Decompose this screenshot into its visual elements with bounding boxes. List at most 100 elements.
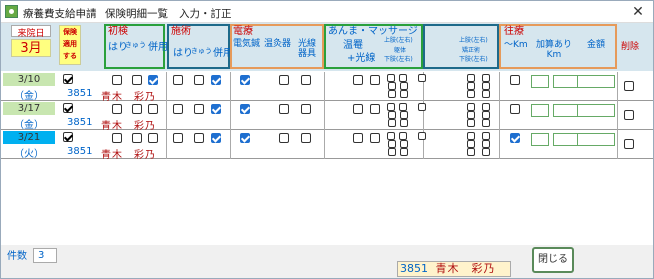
treatment-checkbox[interactable] <box>148 104 158 114</box>
treatment-checkbox[interactable] <box>148 75 158 85</box>
table-row[interactable]: 3/10 （金） 3851 青木 彩乃 <box>1 72 653 103</box>
treatment-checkbox[interactable] <box>388 140 396 148</box>
treatment-checkbox[interactable] <box>173 75 183 85</box>
oryo-amount-input[interactable] <box>577 75 615 88</box>
treatment-checkbox[interactable] <box>399 74 407 82</box>
treatment-checkbox[interactable] <box>482 74 490 82</box>
treatment-checkbox[interactable] <box>467 148 475 156</box>
window-title-main: 療養費支給申請 <box>23 8 97 20</box>
insurance-apply-checkbox[interactable] <box>63 132 73 142</box>
table-row[interactable]: 3/21 （火） 3851 青木 彩乃 <box>1 130 653 161</box>
insurance-apply-checkbox[interactable] <box>63 103 73 113</box>
oryo-amount-input[interactable] <box>577 104 615 117</box>
column-divider <box>617 130 618 159</box>
oryo-km-input[interactable] <box>531 75 549 88</box>
treatment-checkbox[interactable] <box>240 133 250 143</box>
treatment-checkbox[interactable] <box>388 111 396 119</box>
oryo-amount-input[interactable] <box>577 133 615 146</box>
treatment-checkbox[interactable] <box>112 104 122 114</box>
treatment-checkbox[interactable] <box>482 148 490 156</box>
treatment-checkbox[interactable] <box>112 133 122 143</box>
treatment-checkbox[interactable] <box>388 90 396 98</box>
shoken-col-kyu: きゅう <box>125 41 146 49</box>
treatment-checkbox[interactable] <box>400 140 408 148</box>
treatment-checkbox[interactable] <box>370 133 380 143</box>
sejutsu-title: 施術 <box>171 26 191 37</box>
treatment-checkbox[interactable] <box>194 75 204 85</box>
treatment-checkbox[interactable] <box>418 74 426 82</box>
treatment-checkbox[interactable] <box>132 133 142 143</box>
treatment-checkbox[interactable] <box>388 82 396 90</box>
treatment-checkbox[interactable] <box>132 75 142 85</box>
treatment-checkbox[interactable] <box>399 132 407 140</box>
treatment-checkbox[interactable] <box>279 75 289 85</box>
treatment-checkbox[interactable] <box>173 133 183 143</box>
treatment-checkbox[interactable] <box>301 133 311 143</box>
treatment-checkbox[interactable] <box>387 74 395 82</box>
delete-checkbox[interactable] <box>624 110 634 120</box>
treatment-checkbox[interactable] <box>400 148 408 156</box>
delete-checkbox[interactable] <box>624 81 634 91</box>
treatment-checkbox[interactable] <box>482 82 490 90</box>
column-divider <box>166 72 167 101</box>
close-button[interactable]: 閉じる <box>532 247 574 273</box>
treatment-checkbox[interactable] <box>467 132 475 140</box>
oryo-km-input[interactable] <box>531 133 549 146</box>
oryo-km-input[interactable] <box>531 104 549 117</box>
treatment-checkbox[interactable] <box>173 104 183 114</box>
treatment-checkbox[interactable] <box>301 104 311 114</box>
treatment-checkbox[interactable] <box>279 104 289 114</box>
treatment-checkbox[interactable] <box>467 103 475 111</box>
treatment-checkbox[interactable] <box>467 82 475 90</box>
treatment-checkbox[interactable] <box>510 104 520 114</box>
treatment-checkbox[interactable] <box>482 132 490 140</box>
treatment-checkbox[interactable] <box>482 119 490 127</box>
treatment-checkbox[interactable] <box>482 90 490 98</box>
treatment-checkbox[interactable] <box>467 140 475 148</box>
treatment-checkbox[interactable] <box>211 75 221 85</box>
treatment-checkbox[interactable] <box>211 104 221 114</box>
treatment-checkbox[interactable] <box>482 140 490 148</box>
treatment-checkbox[interactable] <box>388 148 396 156</box>
treatment-checkbox[interactable] <box>467 90 475 98</box>
treatment-checkbox[interactable] <box>467 74 475 82</box>
treatment-checkbox[interactable] <box>400 82 408 90</box>
treatment-checkbox[interactable] <box>400 90 408 98</box>
treatment-checkbox[interactable] <box>370 104 380 114</box>
treatment-checkbox[interactable] <box>301 75 311 85</box>
table-row[interactable]: 3/17 （金） 3851 青木 彩乃 <box>1 101 653 132</box>
treatment-checkbox[interactable] <box>482 111 490 119</box>
treatment-checkbox[interactable] <box>132 104 142 114</box>
row-date[interactable]: 3/17 <box>3 102 55 115</box>
treatment-checkbox[interactable] <box>418 103 426 111</box>
treatment-checkbox[interactable] <box>194 133 204 143</box>
treatment-checkbox[interactable] <box>400 119 408 127</box>
delete-checkbox[interactable] <box>624 139 634 149</box>
row-date[interactable]: 3/10 <box>3 73 55 86</box>
treatment-checkbox[interactable] <box>240 104 250 114</box>
treatment-checkbox[interactable] <box>399 103 407 111</box>
treatment-checkbox[interactable] <box>510 133 520 143</box>
treatment-checkbox[interactable] <box>353 75 363 85</box>
treatment-checkbox[interactable] <box>353 104 363 114</box>
treatment-checkbox[interactable] <box>510 75 520 85</box>
treatment-checkbox[interactable] <box>387 103 395 111</box>
treatment-checkbox[interactable] <box>112 75 122 85</box>
treatment-checkbox[interactable] <box>370 75 380 85</box>
row-date[interactable]: 3/21 <box>3 131 55 144</box>
treatment-checkbox[interactable] <box>279 133 289 143</box>
treatment-checkbox[interactable] <box>418 132 426 140</box>
treatment-checkbox[interactable] <box>467 119 475 127</box>
treatment-checkbox[interactable] <box>194 104 204 114</box>
treatment-checkbox[interactable] <box>388 119 396 127</box>
insurance-apply-checkbox[interactable] <box>63 74 73 84</box>
treatment-checkbox[interactable] <box>211 133 221 143</box>
treatment-checkbox[interactable] <box>353 133 363 143</box>
treatment-checkbox[interactable] <box>387 132 395 140</box>
treatment-checkbox[interactable] <box>467 111 475 119</box>
treatment-checkbox[interactable] <box>240 75 250 85</box>
treatment-checkbox[interactable] <box>482 103 490 111</box>
treatment-checkbox[interactable] <box>400 111 408 119</box>
treatment-checkbox[interactable] <box>148 133 158 143</box>
window-close-button[interactable]: ✕ <box>629 3 647 21</box>
